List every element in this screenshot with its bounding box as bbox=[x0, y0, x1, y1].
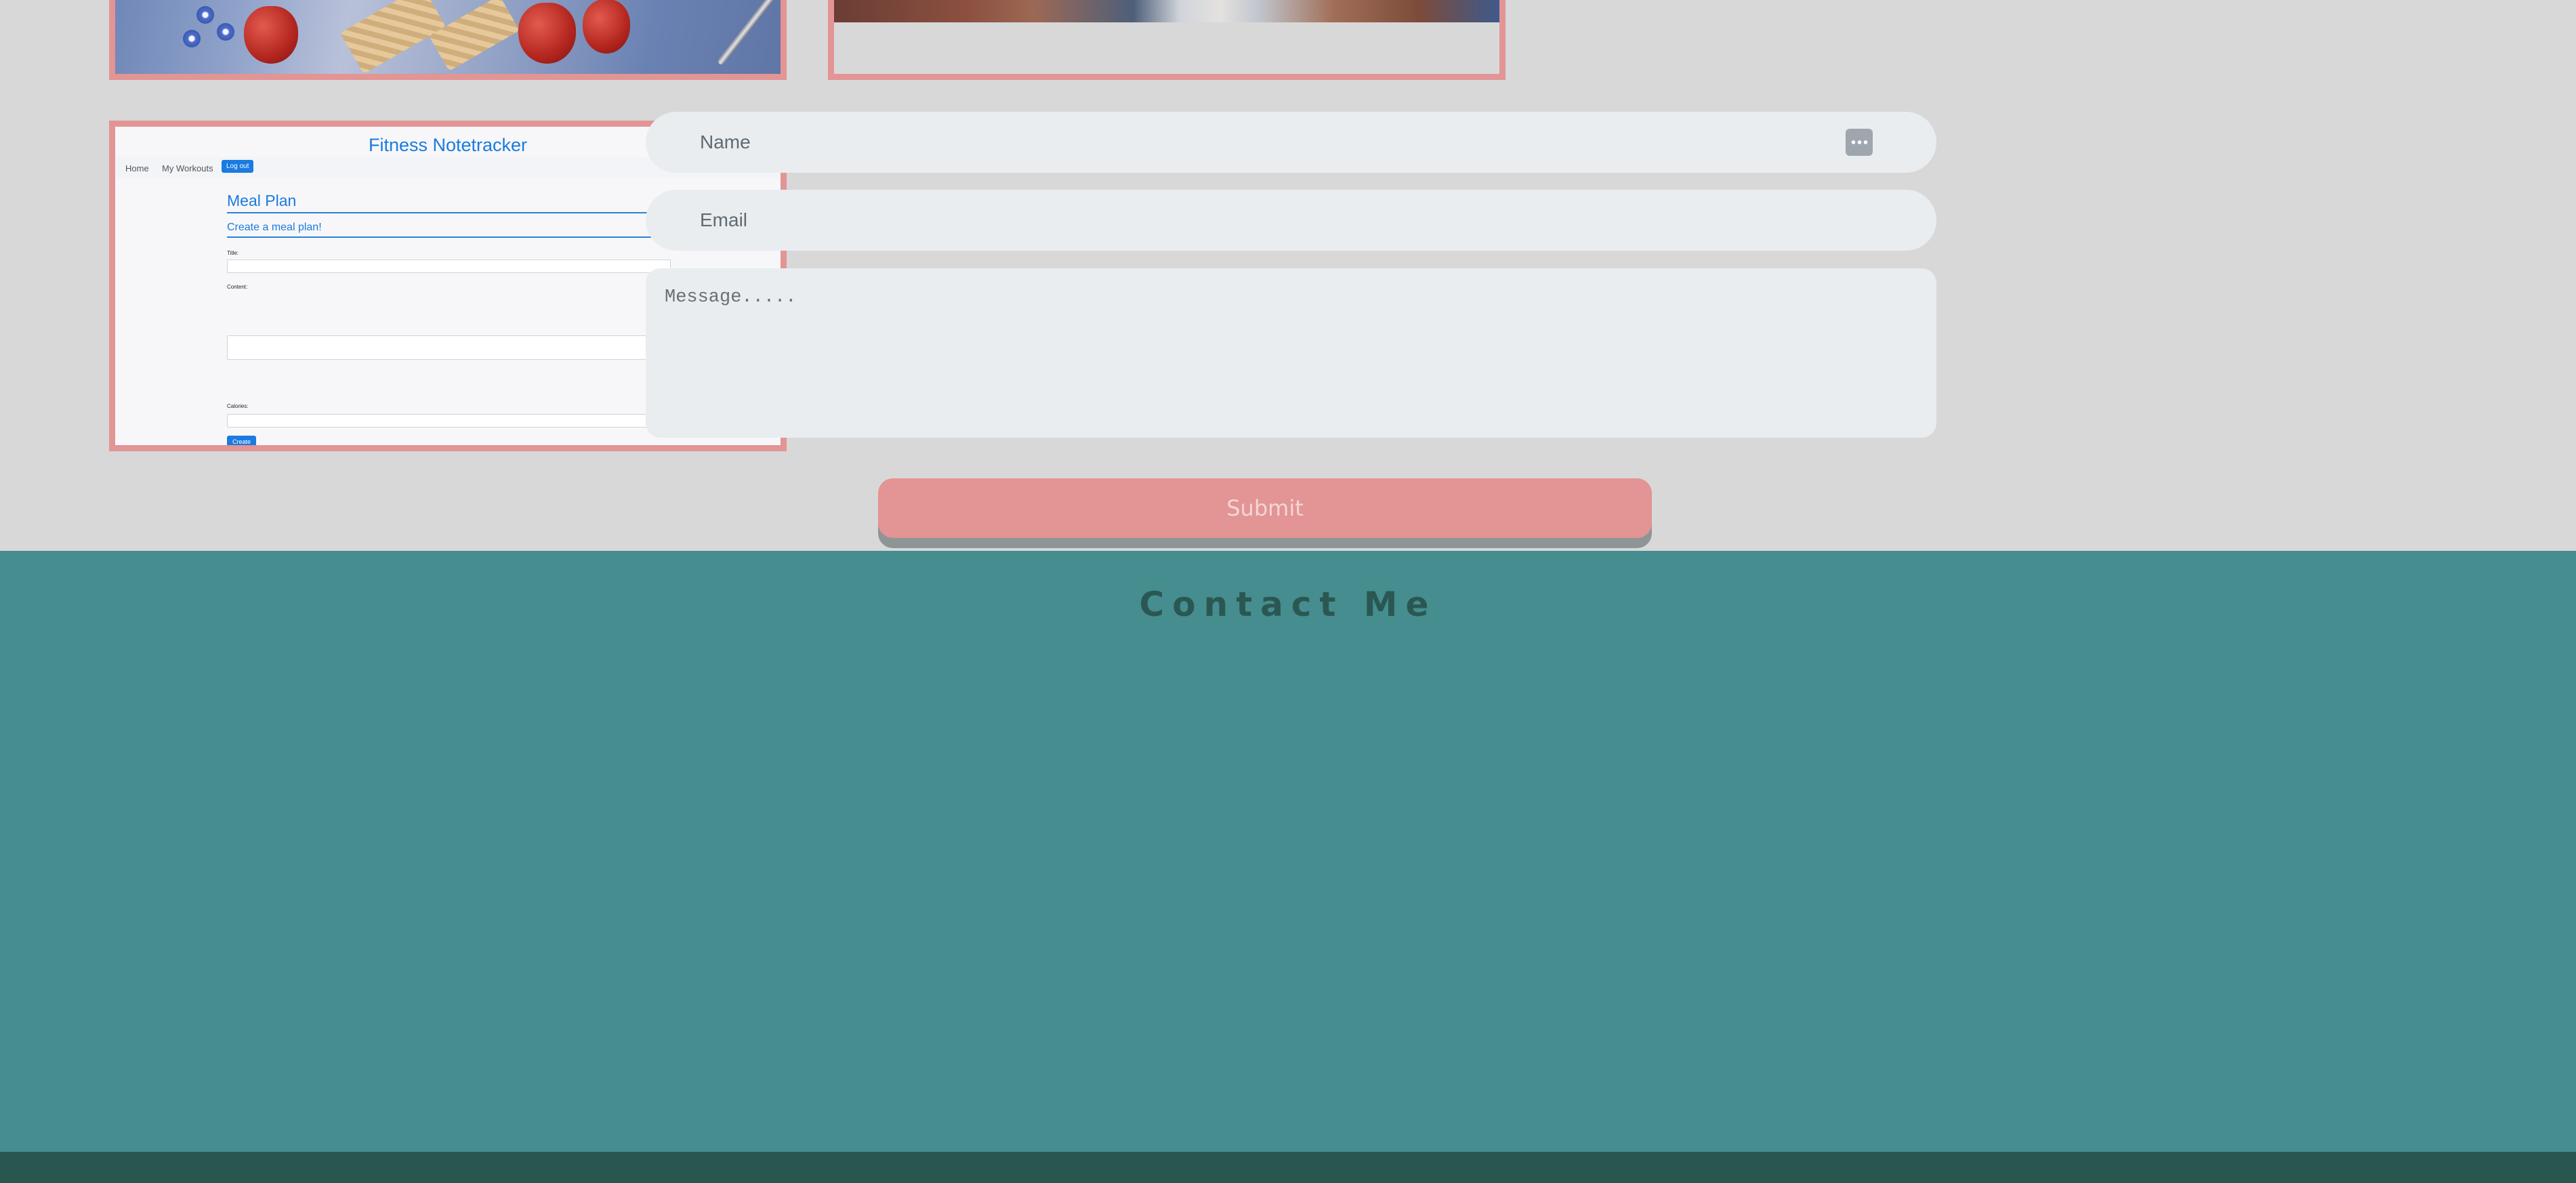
strawberry-decoration bbox=[583, 0, 630, 54]
project-thumbnail-food bbox=[115, 0, 781, 74]
create-button: Create bbox=[227, 436, 257, 445]
strawberry-decoration bbox=[518, 3, 576, 64]
fitness-nav-home: Home bbox=[125, 163, 149, 173]
fitness-logout-button: Log out bbox=[222, 160, 254, 173]
divider bbox=[227, 212, 671, 213]
divider bbox=[227, 236, 671, 238]
submit-button[interactable]: Submit bbox=[878, 478, 1652, 538]
meal-plan-heading: Meal Plan bbox=[227, 192, 297, 209]
name-input[interactable] bbox=[646, 112, 1936, 173]
flower-decoration bbox=[183, 30, 201, 47]
project-thumbnail-two bbox=[834, 0, 1499, 22]
calories-field bbox=[227, 414, 671, 428]
flower-decoration bbox=[196, 6, 214, 24]
project-card-photo[interactable] bbox=[109, 0, 787, 80]
fitness-nav-workouts: My Workouts bbox=[162, 163, 213, 173]
project-card-two[interactable] bbox=[828, 0, 1505, 80]
autofill-dots-icon[interactable] bbox=[1846, 129, 1873, 156]
content-field bbox=[227, 335, 671, 360]
cone-decoration bbox=[429, 0, 520, 71]
footer bbox=[0, 1152, 2576, 1183]
title-label: Title: bbox=[227, 250, 239, 256]
content-label: Content: bbox=[227, 284, 248, 290]
fork-decoration bbox=[716, 0, 781, 66]
dots-glyph bbox=[1850, 140, 1868, 144]
flower-decoration bbox=[217, 23, 234, 41]
contact-heading: Contact Me bbox=[1139, 585, 1437, 624]
meal-plan-subheading: Create a meal plan! bbox=[227, 222, 322, 233]
message-textarea[interactable] bbox=[646, 268, 1936, 438]
title-field bbox=[227, 260, 671, 273]
email-input[interactable] bbox=[646, 190, 1936, 251]
calories-label: Calories: bbox=[227, 403, 249, 409]
strawberry-decoration bbox=[244, 6, 298, 64]
contact-section: Contact Me bbox=[0, 551, 2576, 1152]
